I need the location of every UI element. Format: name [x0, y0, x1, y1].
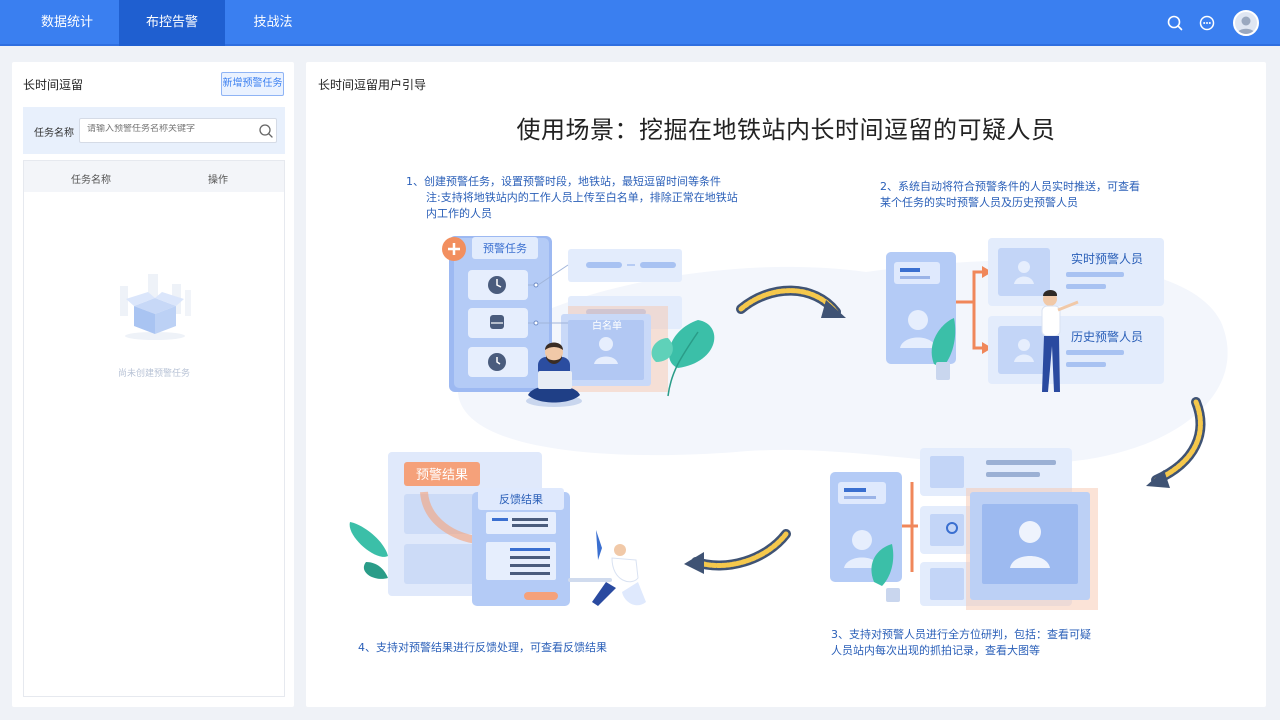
whitelist-label: 白名单 [592, 319, 622, 332]
add-alert-task-button[interactable]: 新增预警任务 [221, 72, 284, 96]
step-1-note: 注:支持将地铁站内的工作人员上传至白名单，排除正常在地铁站内工作的人员 [426, 191, 738, 220]
table-header: 任务名称 操作 [24, 161, 284, 192]
nav-item-statistics[interactable]: 数据统计 [20, 0, 114, 46]
user-icon [1237, 16, 1255, 34]
feedback-result-label: 反馈结果 [499, 493, 543, 506]
column-header-action: 操作 [208, 175, 228, 186]
user-avatar[interactable] [1233, 10, 1259, 36]
search-icon[interactable] [1166, 14, 1184, 32]
panel-title: 长时间逗留 [23, 78, 84, 92]
task-list-panel: 长时间逗留 新增预警任务 任务名称 任务名称 操作 尚未 [12, 62, 294, 707]
alert-task-card: 预警任务 [442, 236, 552, 392]
task-table: 任务名称 操作 尚未创建预警任务 [23, 160, 285, 697]
flow-arrow-3 [684, 529, 791, 574]
step-1-text: 1、创建预警任务，设置预警时段，地铁站，最短逗留时间等条件 注:支持将地铁站内的… [406, 174, 741, 222]
step-4-text: 4、支持对预警结果进行反馈处理，可查看反馈结果 [358, 641, 607, 654]
search-bar: 任务名称 [23, 107, 285, 154]
task-card-label: 预警任务 [483, 241, 527, 255]
step-2-text: 2、系统自动将符合预警条件的人员实时推送，可查看某个任务的实时预警人员及历史预警… [880, 180, 1140, 209]
alert-result-label: 预警结果 [416, 467, 468, 483]
search-label: 任务名称 [34, 128, 74, 139]
message-icon[interactable] [1198, 14, 1216, 32]
task-name-search-input[interactable] [87, 124, 247, 134]
nav-item-alarm[interactable]: 布控告警 [119, 0, 225, 46]
nav-item-tactics[interactable]: 技战法 [230, 0, 316, 46]
workflow-illustration: 预警任务 白名单 实时预警人员 历史预警人员 预警结果 反馈结果 [349, 236, 1228, 610]
empty-state-text: 尚未创建预警任务 [117, 369, 190, 379]
person-analysis-panel [830, 448, 1098, 610]
top-nav-bar: 数据统计 布控告警 技战法 [0, 0, 1280, 46]
user-guide-panel: 长时间逗留用户引导 使用场景：挖掘在地铁站内长时间逗留的可疑人员 预警任务 白名… [306, 62, 1266, 707]
step-3-text: 3、支持对预警人员进行全方位研判，包括：查看可疑人员站内每次出现的抓拍记录，查看… [831, 628, 1091, 657]
alert-result-feedback: 预警结果 反馈结果 [349, 452, 646, 606]
realtime-alert-label: 实时预警人员 [1071, 251, 1143, 266]
history-alert-label: 历史预警人员 [1071, 329, 1143, 344]
step-1-title: 1、创建预警任务，设置预警时段，地铁站，最短逗留时间等条件 [406, 175, 721, 188]
empty-box-icon [120, 274, 191, 340]
task-name-search-field[interactable] [79, 118, 277, 143]
search-icon[interactable] [258, 123, 274, 139]
column-header-task-name: 任务名称 [71, 175, 111, 186]
